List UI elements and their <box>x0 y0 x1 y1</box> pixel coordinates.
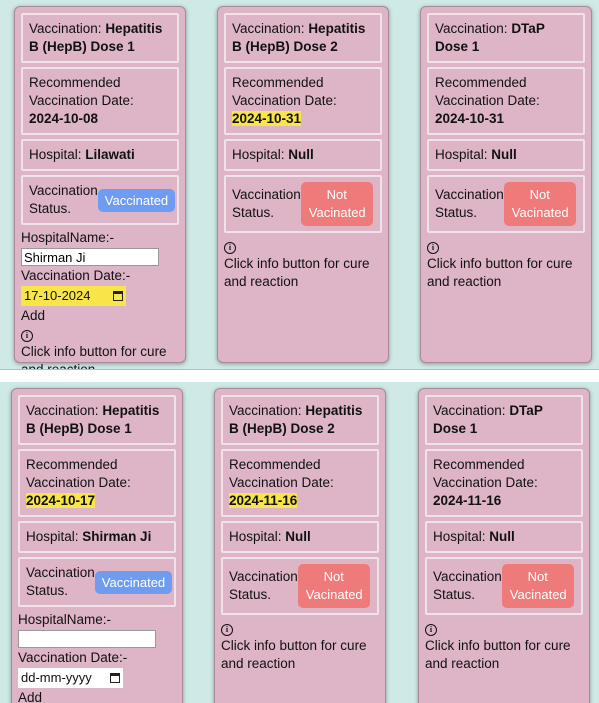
status-box: Vaccination Status. Not Vacinated <box>221 557 379 615</box>
vaccination-label: Vaccination: <box>229 403 302 418</box>
recommended-date-box: Recommended Vaccination Date: 2024-10-08 <box>21 67 179 135</box>
recommended-date-label: Recommended Vaccination Date: <box>26 457 131 490</box>
bottom-screenshot: Vaccination: Hepatitis B (HepB) Dose 1 R… <box>0 382 599 703</box>
hospital-value: Null <box>489 529 515 544</box>
hospital-value: Null <box>491 147 517 162</box>
vaccinated-button[interactable]: Vaccinated <box>94 570 173 594</box>
vaccination-label: Vaccination: <box>433 403 506 418</box>
hospital-box: Hospital: Null <box>427 139 585 171</box>
calendar-icon[interactable] <box>110 673 120 683</box>
hospital-box: Hospital: Null <box>425 521 583 553</box>
hospital-value: Null <box>285 529 311 544</box>
vaccine-card-dtap-dose1: Vaccination: DTaP Dose 1 Recommended Vac… <box>418 388 590 703</box>
recommended-date-value: 2024-10-31 <box>435 111 505 126</box>
status-box: Vaccination Status. Vaccinated <box>21 175 179 225</box>
hospital-name-label: HospitalName:- <box>21 230 115 245</box>
add-button[interactable]: Add <box>18 689 176 703</box>
info-icon[interactable]: i <box>224 242 236 254</box>
hospital-box: Hospital: Null <box>224 139 382 171</box>
hospital-box: Hospital: Shirman Ji <box>18 521 176 553</box>
hospital-label: Hospital: <box>229 529 282 544</box>
status-box: Vaccination Status. Not Vacinated <box>425 557 583 615</box>
hospital-label: Hospital: <box>433 529 486 544</box>
hospital-label: Hospital: <box>29 147 82 162</box>
vaccination-label: Vaccination: <box>232 21 305 36</box>
vaccine-card-dtap-dose1: Vaccination: DTaP Dose 1 Recommended Vac… <box>420 6 592 363</box>
hospital-value: Null <box>288 147 314 162</box>
vaccination-name-box: Vaccination: Hepatitis B (HepB) Dose 1 <box>21 13 179 63</box>
recommended-date-box: Recommended Vaccination Date: 2024-10-31 <box>224 67 382 135</box>
hospital-value: Shirman Ji <box>82 529 152 544</box>
recommended-date-box: Recommended Vaccination Date: 2024-10-31 <box>427 67 585 135</box>
vaccination-date-placeholder: dd-mm-yyyy <box>21 670 92 685</box>
status-label: Vaccination Status. <box>26 565 95 598</box>
hospital-box: Hospital: Lilawati <box>21 139 179 171</box>
vaccination-label: Vaccination: <box>29 21 102 36</box>
vaccination-date-label: Vaccination Date:- <box>21 268 131 283</box>
status-label: Vaccination Status. <box>232 187 301 220</box>
info-icon[interactable]: i <box>221 624 233 636</box>
not-vaccinated-button[interactable]: Not Vacinated <box>501 564 574 608</box>
vaccination-name-box: Vaccination: DTaP Dose 1 <box>425 395 583 445</box>
recommended-date-value: 2024-11-16 <box>229 493 298 508</box>
info-icon[interactable]: i <box>425 624 437 636</box>
hospital-value: Lilawati <box>85 147 135 162</box>
info-text: Click info button for cure and reaction <box>221 638 367 671</box>
hospital-label: Hospital: <box>232 147 285 162</box>
info-icon[interactable]: i <box>21 330 33 342</box>
hospital-name-input[interactable] <box>18 630 156 648</box>
vaccine-card-hepb-dose2: Vaccination: Hepatitis B (HepB) Dose 2 R… <box>214 388 386 703</box>
vaccination-name-box: Vaccination: Hepatitis B (HepB) Dose 2 <box>224 13 382 63</box>
vaccine-card-hepb-dose1: Vaccination: Hepatitis B (HepB) Dose 1 R… <box>14 6 186 369</box>
info-text: Click info button for cure and reaction <box>427 256 573 289</box>
status-label: Vaccination Status. <box>29 183 98 216</box>
recommended-date-label: Recommended Vaccination Date: <box>229 457 334 490</box>
status-box: Vaccination Status. Not Vacinated <box>427 175 585 233</box>
recommended-date-value: 2024-10-08 <box>29 111 99 126</box>
not-vaccinated-button[interactable]: Not Vacinated <box>300 182 373 226</box>
status-label: Vaccination Status. <box>433 569 502 602</box>
not-vaccinated-button[interactable]: Not Vacinated <box>297 564 370 608</box>
hospital-label: Hospital: <box>435 147 488 162</box>
recommended-date-value: 2024-10-17 <box>26 493 96 508</box>
recommended-date-label: Recommended Vaccination Date: <box>433 457 538 490</box>
vaccine-card-hepb-dose2: Vaccination: Hepatitis B (HepB) Dose 2 R… <box>217 6 389 363</box>
calendar-icon[interactable] <box>113 291 123 301</box>
recommended-date-value: 2024-10-31 <box>232 111 302 126</box>
status-box: Vaccination Status. Not Vacinated <box>224 175 382 233</box>
vaccination-name-box: Vaccination: DTaP Dose 1 <box>427 13 585 63</box>
vaccinated-button[interactable]: Vaccinated <box>97 188 176 212</box>
info-text: Click info button for cure and reaction <box>21 344 167 370</box>
info-text: Click info button for cure and reaction <box>224 256 370 289</box>
recommended-date-value: 2024-11-16 <box>433 493 502 508</box>
recommended-date-box: Recommended Vaccination Date: 2024-11-16 <box>425 449 583 517</box>
vaccination-date-value: 17-10-2024 <box>24 288 91 303</box>
hospital-name-label: HospitalName:- <box>18 612 112 627</box>
vaccination-date-input[interactable]: 17-10-2024 <box>21 286 126 306</box>
recommended-date-box: Recommended Vaccination Date: 2024-11-16 <box>221 449 379 517</box>
hospital-name-input[interactable] <box>21 248 159 266</box>
vaccination-label: Vaccination: <box>435 21 508 36</box>
status-box: Vaccination Status. Vaccinated <box>18 557 176 607</box>
vaccination-name-box: Vaccination: Hepatitis B (HepB) Dose 1 <box>18 395 176 445</box>
vaccination-date-label: Vaccination Date:- <box>18 650 128 665</box>
top-screenshot: Vaccination: Hepatitis B (HepB) Dose 1 R… <box>0 0 599 370</box>
recommended-date-label: Recommended Vaccination Date: <box>29 75 134 108</box>
hospital-label: Hospital: <box>26 529 79 544</box>
vaccination-name-box: Vaccination: Hepatitis B (HepB) Dose 2 <box>221 395 379 445</box>
add-button[interactable]: Add <box>21 307 179 325</box>
info-text: Click info button for cure and reaction <box>425 638 571 671</box>
status-label: Vaccination Status. <box>229 569 298 602</box>
vaccination-label: Vaccination: <box>26 403 99 418</box>
recommended-date-box: Recommended Vaccination Date: 2024-10-17 <box>18 449 176 517</box>
info-icon[interactable]: i <box>427 242 439 254</box>
recommended-date-label: Recommended Vaccination Date: <box>435 75 540 108</box>
not-vaccinated-button[interactable]: Not Vacinated <box>503 182 576 226</box>
hospital-box: Hospital: Null <box>221 521 379 553</box>
vaccine-card-hepb-dose1: Vaccination: Hepatitis B (HepB) Dose 1 R… <box>11 388 183 703</box>
status-label: Vaccination Status. <box>435 187 504 220</box>
recommended-date-label: Recommended Vaccination Date: <box>232 75 337 108</box>
vaccination-date-input[interactable]: dd-mm-yyyy <box>18 668 123 688</box>
